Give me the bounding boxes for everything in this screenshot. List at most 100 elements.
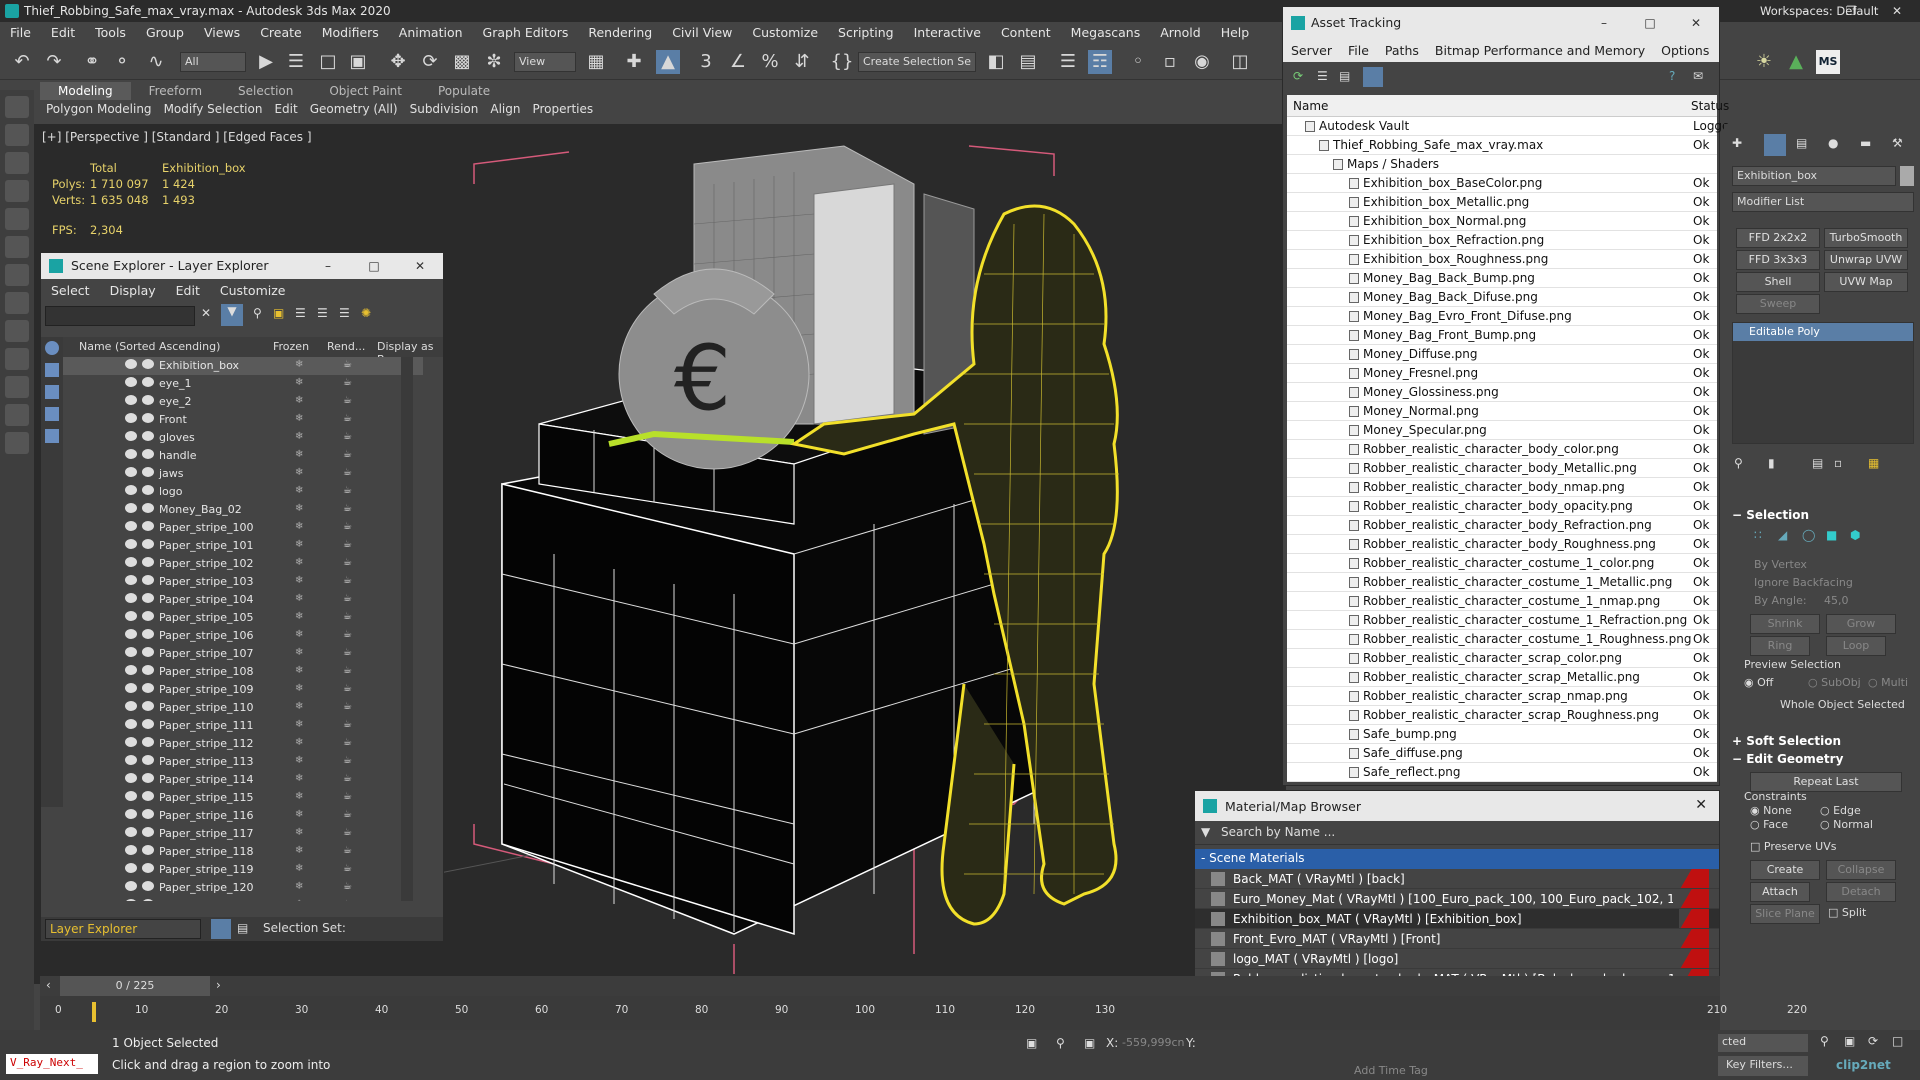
scene-object-row[interactable]: Paper_stripe_120 ❄ ☕ xyxy=(63,879,423,897)
render-visibility-icon[interactable] xyxy=(142,377,154,387)
renderable-icon[interactable]: ☕ xyxy=(343,701,352,712)
motion-tab-icon[interactable]: ● xyxy=(1828,136,1838,150)
close-icon[interactable]: ✕ xyxy=(1874,0,1920,22)
asset-menu-options[interactable]: Options xyxy=(1653,39,1717,62)
render-visibility-icon[interactable] xyxy=(142,539,154,549)
ribbon-geometry-all[interactable]: Geometry (All) xyxy=(304,101,404,117)
new-layer-icon[interactable]: ▣ xyxy=(273,306,284,320)
layer-explorer-icon[interactable]: ☰ xyxy=(1056,50,1080,74)
configure-sets-icon[interactable]: ▦ xyxy=(1868,456,1879,470)
lights-icon[interactable] xyxy=(5,264,29,286)
visibility-icon[interactable] xyxy=(125,701,137,711)
display-tab-icon[interactable]: ▬ xyxy=(1860,136,1871,150)
frozen-icon[interactable]: ❄ xyxy=(295,377,303,388)
percent-snap-icon[interactable]: % xyxy=(758,50,782,74)
render-visibility-icon[interactable] xyxy=(142,593,154,603)
render-setup-icon[interactable]: ◫ xyxy=(1228,50,1252,74)
render-visibility-icon[interactable] xyxy=(142,629,154,639)
preserve-uvs-checkbox[interactable]: □ Preserve UVs xyxy=(1750,840,1836,853)
motion-icon[interactable] xyxy=(5,180,29,202)
frozen-icon[interactable]: ❄ xyxy=(295,557,303,568)
visibility-icon[interactable] xyxy=(125,413,137,423)
visibility-icon[interactable] xyxy=(125,665,137,675)
scene-object-row[interactable]: gloves ❄ ☕ xyxy=(63,429,423,447)
scene-object-row[interactable]: Money_Bag_02 ❄ ☕ xyxy=(63,501,423,519)
scene-object-row[interactable]: Paper_stripe_121 ❄ ☕ xyxy=(63,897,423,901)
current-frame-marker[interactable] xyxy=(92,1002,96,1022)
frozen-icon[interactable]: ❄ xyxy=(295,881,303,892)
renderable-icon[interactable]: ☕ xyxy=(343,431,352,442)
asset-file-row[interactable]: Exhibition_box_BaseColor.png Ok xyxy=(1287,174,1717,193)
scene-object-row[interactable]: Paper_stripe_101 ❄ ☕ xyxy=(63,537,423,555)
visibility-icon[interactable] xyxy=(125,755,137,765)
renderable-icon[interactable]: ☕ xyxy=(343,449,352,460)
ribbon-properties[interactable]: Properties xyxy=(526,101,599,117)
bind-spacewarp-icon[interactable]: ∿ xyxy=(144,50,168,74)
align-icon[interactable]: ▤ xyxy=(1016,50,1040,74)
renderable-icon[interactable]: ☕ xyxy=(343,521,352,532)
soft-selection-rollout[interactable]: + Soft Selection xyxy=(1732,734,1841,748)
visibility-icon[interactable] xyxy=(125,845,137,855)
asset-file-row[interactable]: Robber_realistic_character_scrap_Metalli… xyxy=(1287,668,1717,687)
asset-file-row[interactable]: Robber_realistic_character_costume_1_Ref… xyxy=(1287,611,1717,630)
ribbon-polygon-modeling[interactable]: Polygon Modeling xyxy=(40,101,158,117)
renderable-icon[interactable]: ☕ xyxy=(343,863,352,874)
renderable-icon[interactable]: ☕ xyxy=(343,899,352,901)
scene-materials-group[interactable]: - Scene Materials xyxy=(1195,849,1719,869)
named-selection-select[interactable]: Create Selection Se xyxy=(858,52,976,72)
scene-object-row[interactable]: Paper_stripe_107 ❄ ☕ xyxy=(63,645,423,663)
scene-object-row[interactable]: Paper_stripe_115 ❄ ☕ xyxy=(63,789,423,807)
minimize-icon[interactable]: – xyxy=(1782,0,1828,22)
scene-search-input[interactable] xyxy=(45,306,195,326)
asset-file-row[interactable]: Money_Diffuse.png Ok xyxy=(1287,345,1717,364)
modify-tab-icon[interactable] xyxy=(1764,134,1786,156)
scene-object-row[interactable]: Paper_stripe_100 ❄ ☕ xyxy=(63,519,423,537)
spinner-snap-icon[interactable]: ⇵ xyxy=(790,50,814,74)
asset-tracking-titlebar[interactable]: Asset Tracking – □ ✕ xyxy=(1283,7,1719,39)
frozen-icon[interactable]: ❄ xyxy=(295,791,303,802)
time-slider[interactable]: ‹ 0 / 225 › xyxy=(40,976,1720,996)
asset-file-row[interactable]: Safe_reflect.png Ok xyxy=(1287,763,1717,782)
angle-snap-icon[interactable]: ∠ xyxy=(726,50,750,74)
frozen-icon[interactable]: ❄ xyxy=(295,755,303,766)
asset-file-row[interactable]: Money_Fresnel.png Ok xyxy=(1287,364,1717,383)
object-name-field[interactable]: Exhibition_box xyxy=(1732,166,1896,186)
visibility-icon[interactable] xyxy=(125,449,137,459)
frozen-icon[interactable]: ❄ xyxy=(295,593,303,604)
frozen-icon[interactable]: ❄ xyxy=(295,503,303,514)
isolate-icon[interactable]: ▣ xyxy=(1026,1036,1037,1050)
visibility-icon[interactable] xyxy=(125,827,137,837)
undo-icon[interactable]: ↶ xyxy=(10,50,34,74)
renderable-icon[interactable]: ☕ xyxy=(343,629,352,640)
x-coordinate-field[interactable]: -559,999cn xyxy=(1122,1036,1184,1049)
render-visibility-icon[interactable] xyxy=(142,485,154,495)
asset-file-row[interactable]: Exhibition_box_Roughness.png Ok xyxy=(1287,250,1717,269)
renderable-icon[interactable]: ☕ xyxy=(343,377,352,388)
create-button[interactable]: Create xyxy=(1750,860,1820,880)
asset-tree-row[interactable]: Thief_Robbing_Safe_max_vray.max Ok xyxy=(1287,136,1717,155)
render-visibility-icon[interactable] xyxy=(142,575,154,585)
ribbon-edit[interactable]: Edit xyxy=(268,101,303,117)
menu-edit[interactable]: Edit xyxy=(41,22,85,43)
key-filters-button[interactable]: Key Filters... xyxy=(1718,1056,1808,1076)
scene-object-row[interactable]: Paper_stripe_104 ❄ ☕ xyxy=(63,591,423,609)
ribbon-modify-selection[interactable]: Modify Selection xyxy=(158,101,269,117)
menu-graph-editors[interactable]: Graph Editors xyxy=(473,22,579,43)
by-angle-value[interactable]: 45,0 xyxy=(1824,594,1849,607)
scene-object-row[interactable]: Paper_stripe_113 ❄ ☕ xyxy=(63,753,423,771)
scene-object-row[interactable]: eye_2 ❄ ☕ xyxy=(63,393,423,411)
tab-selection[interactable]: Selection xyxy=(220,82,311,100)
layers-add-icon[interactable]: ☰ xyxy=(317,306,328,320)
asset-file-row[interactable]: Robber_realistic_character_body_nmap.png… xyxy=(1287,478,1717,497)
highlight-icon[interactable]: ✺ xyxy=(361,306,371,320)
renderable-icon[interactable]: ☕ xyxy=(343,809,352,820)
clear-search-icon[interactable]: ✕ xyxy=(201,306,211,320)
create-icon[interactable] xyxy=(5,96,29,118)
ribbon-subdivision[interactable]: Subdivision xyxy=(404,101,485,117)
material-browser-titlebar[interactable]: Material/Map Browser ✕ xyxy=(1195,791,1719,821)
material-search-input[interactable]: Search by Name ... xyxy=(1217,824,1711,842)
maxscript-listener[interactable]: V_Ray_Next_ xyxy=(6,1054,98,1074)
detach-button[interactable]: Detach xyxy=(1826,882,1896,902)
material-row[interactable]: Euro_Money_Mat ( VRayMtl ) [100_Euro_pac… xyxy=(1195,889,1719,909)
material-row[interactable]: Exhibition_box_MAT ( VRayMtl ) [Exhibiti… xyxy=(1195,909,1719,929)
